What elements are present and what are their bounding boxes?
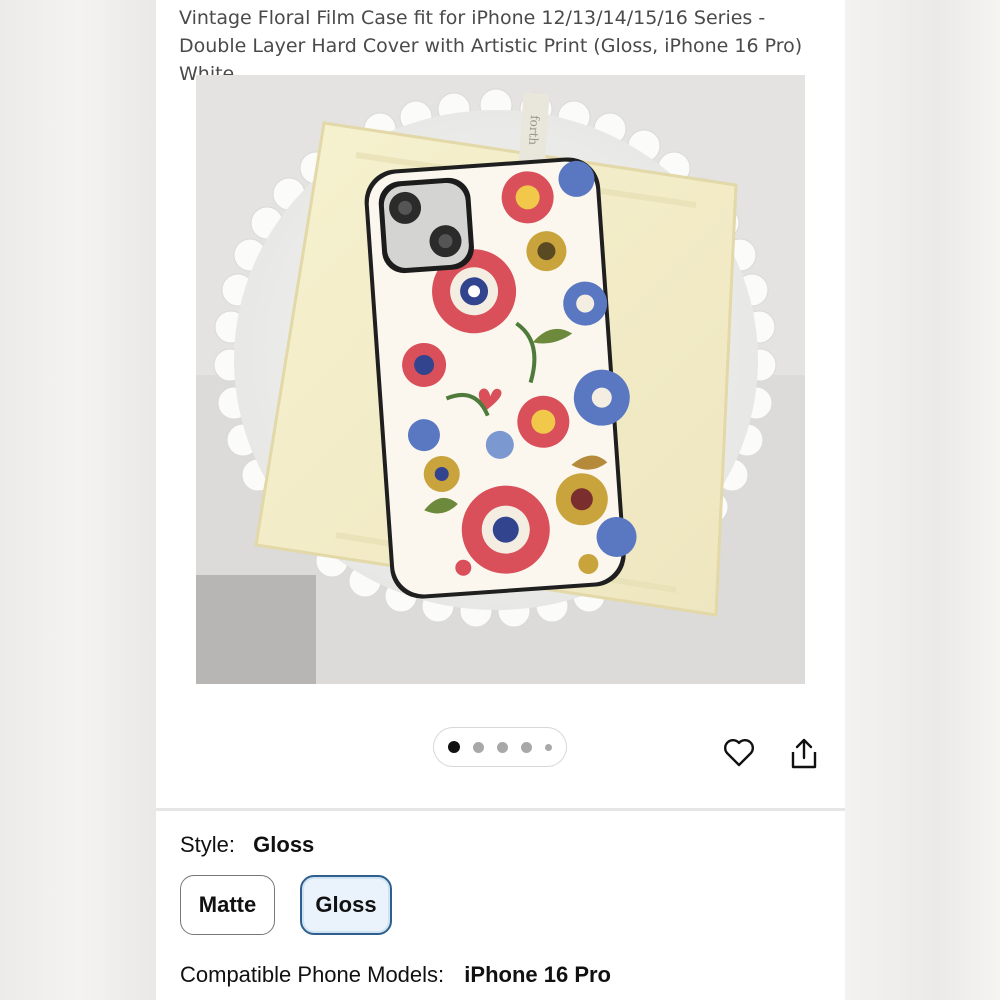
style-selector-label: Style: Gloss <box>180 832 314 858</box>
style-label: Style: <box>180 832 236 857</box>
models-selected-value: iPhone 16 Pro <box>464 962 611 987</box>
carousel-dot-1[interactable] <box>448 741 460 753</box>
phone-case <box>364 157 637 599</box>
carousel-dot-4[interactable] <box>521 741 532 753</box>
section-divider <box>156 808 845 811</box>
image-carousel-indicator[interactable] <box>433 727 567 767</box>
share-button[interactable] <box>788 736 820 770</box>
product-panel: Vintage Floral Film Case fit for iPhone … <box>156 0 845 1000</box>
style-selected-value: Gloss <box>253 832 315 857</box>
case-tag-text: forth <box>526 115 542 146</box>
compatible-models-label: Compatible Phone Models: iPhone 16 Pro <box>180 962 611 988</box>
product-image[interactable]: forth <box>196 75 805 684</box>
carousel-dot-2[interactable] <box>473 741 484 753</box>
product-photo: forth <box>196 75 805 684</box>
heart-icon <box>724 739 754 767</box>
models-label: Compatible Phone Models: <box>180 962 445 987</box>
carousel-dot-3[interactable] <box>497 741 508 753</box>
background-right <box>844 0 1000 1000</box>
carousel-dot-5[interactable] <box>545 743 552 751</box>
share-icon <box>791 738 817 769</box>
style-option-matte[interactable]: Matte <box>180 875 275 935</box>
style-option-gloss[interactable]: Gloss <box>300 875 392 935</box>
favorite-button[interactable] <box>722 736 756 770</box>
